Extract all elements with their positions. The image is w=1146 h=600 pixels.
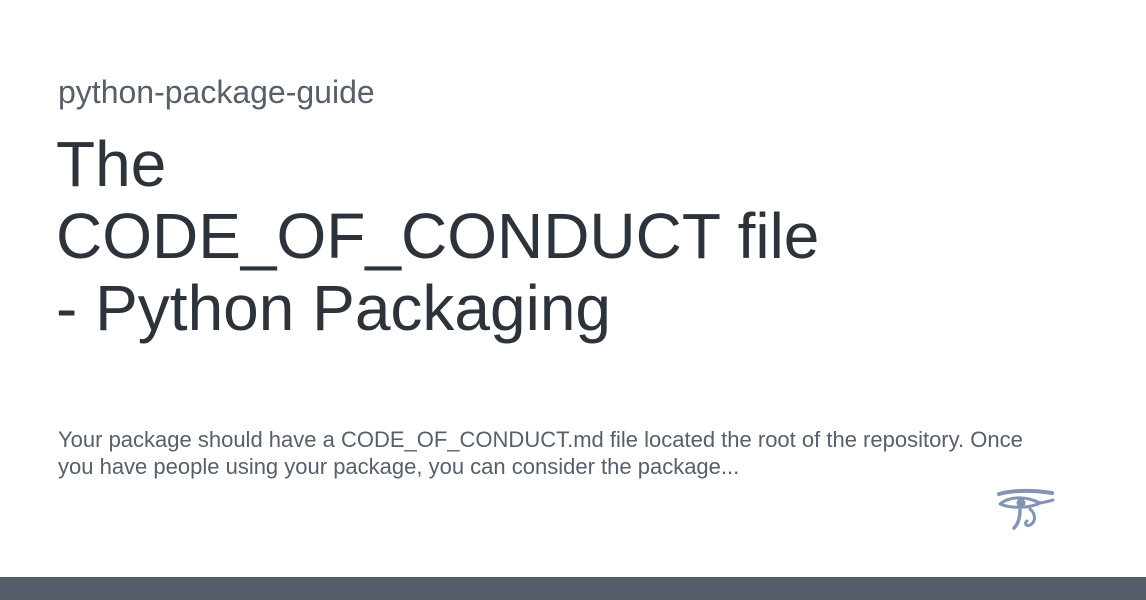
eye-of-horus-icon — [996, 488, 1056, 532]
page-description: Your package should have a CODE_OF_CONDU… — [58, 427, 1023, 479]
site-name: python-package-guide — [58, 74, 375, 110]
footer-bar — [0, 577, 1146, 600]
page-title: The CODE_OF_CONDUCT file - Python Packag… — [56, 128, 820, 344]
social-preview-card: python-package-guide The CODE_OF_CONDUCT… — [0, 0, 1146, 600]
